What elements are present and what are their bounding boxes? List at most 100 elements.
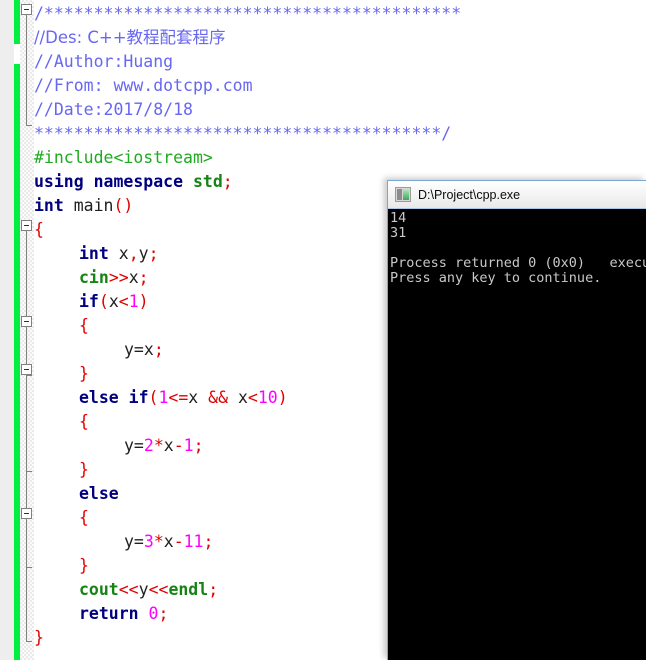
token-operator: }: [34, 628, 44, 647]
fold-collapse-box[interactable]: [21, 4, 32, 15]
code-line[interactable]: y=3*x-11;: [124, 530, 213, 554]
console-window[interactable]: D:\Project\cpp.exe 1431 Process returned…: [387, 180, 646, 660]
token-operator: ;: [194, 436, 204, 455]
token-comment: //Author:Huang: [34, 52, 173, 71]
code-line[interactable]: cin>>x;: [79, 266, 149, 290]
token-operator: {: [79, 412, 89, 431]
token-operator: <<: [119, 580, 139, 599]
console-titlebar[interactable]: D:\Project\cpp.exe: [388, 181, 646, 209]
token-plain: y=x: [124, 340, 154, 359]
token-operator: ;: [223, 172, 233, 191]
code-line[interactable]: //Author:Huang: [34, 50, 173, 74]
console-output-area[interactable]: 1431 Process returned 0 (0x0) executionP…: [388, 209, 646, 660]
token-plain: x: [119, 244, 129, 263]
token-plain: y=: [124, 436, 144, 455]
token-operator: ): [139, 292, 149, 311]
code-line[interactable]: {: [79, 410, 89, 434]
token-number: 10: [258, 388, 278, 407]
token-operator: <: [248, 388, 258, 407]
token-operator: &&: [208, 388, 238, 407]
token-number: 1: [129, 292, 139, 311]
code-line[interactable]: {: [79, 314, 89, 338]
token-number: 3: [144, 532, 154, 551]
fold-collapse-box[interactable]: [21, 508, 32, 519]
console-title-text: D:\Project\cpp.exe: [418, 188, 520, 202]
token-operator: }: [79, 460, 89, 479]
console-output-line: Process returned 0 (0x0) execution: [390, 256, 646, 271]
console-window-icon: [395, 187, 411, 202]
token-stdlib: std: [193, 172, 223, 191]
token-operator: (): [114, 196, 134, 215]
token-number: 2: [144, 436, 154, 455]
code-line[interactable]: cout<<y<<endl;: [79, 578, 218, 602]
token-stdlib: cin: [79, 268, 109, 287]
token-comment: ****************************************…: [34, 124, 451, 143]
code-line[interactable]: if(x<1): [79, 290, 149, 314]
code-line[interactable]: //Des: C++教程配套程序: [34, 26, 226, 50]
code-line[interactable]: using namespace std;: [34, 170, 233, 194]
token-keyword: int: [79, 244, 119, 263]
token-comment: //From: www.dotcpp.com: [34, 76, 253, 95]
code-line[interactable]: ****************************************…: [34, 122, 451, 146]
token-operator: {: [34, 220, 44, 239]
fold-end-tick: [26, 471, 32, 472]
token-operator: ;: [208, 580, 218, 599]
code-line[interactable]: int x,y;: [79, 242, 159, 266]
token-plain: y: [139, 580, 149, 599]
token-operator: ,: [129, 244, 139, 263]
fold-connector: [26, 15, 27, 125]
code-line[interactable]: }: [79, 362, 89, 386]
code-line[interactable]: else if(1<=x && x<10): [79, 386, 288, 410]
code-line[interactable]: y=2*x-1;: [124, 434, 204, 458]
token-plain: main: [74, 196, 114, 215]
code-line[interactable]: {: [79, 506, 89, 530]
token-operator: (: [149, 388, 159, 407]
fold-connector: [26, 375, 27, 471]
fold-end-tick: [26, 641, 32, 642]
token-operator: *: [154, 532, 164, 551]
console-output-line: 14: [390, 211, 646, 226]
token-plain: x: [238, 388, 248, 407]
code-line[interactable]: y=x;: [124, 338, 164, 362]
token-keyword: if: [79, 292, 99, 311]
token-operator: >>: [109, 268, 129, 287]
fold-collapse-box[interactable]: [21, 364, 32, 375]
token-operator: <=: [168, 388, 188, 407]
code-line[interactable]: }: [79, 554, 89, 578]
token-operator: ;: [154, 340, 164, 359]
code-line[interactable]: //Date:2017/8/18: [34, 98, 193, 122]
code-line[interactable]: }: [79, 458, 89, 482]
token-keyword: int: [34, 196, 74, 215]
code-line[interactable]: /***************************************…: [34, 2, 461, 26]
token-operator: ): [278, 388, 288, 407]
fold-end-tick: [26, 125, 32, 126]
screenshot-root: /***************************************…: [0, 0, 646, 660]
token-operator: {: [79, 508, 89, 527]
token-number: 0: [149, 604, 159, 623]
code-line[interactable]: #include<iostream>: [34, 146, 213, 170]
token-stdlib: endl: [168, 580, 208, 599]
fold-collapse-box[interactable]: [21, 220, 32, 231]
code-line[interactable]: return 0;: [79, 602, 168, 626]
code-line[interactable]: }: [34, 626, 44, 650]
token-plain: x: [164, 436, 174, 455]
token-operator: ;: [149, 244, 159, 263]
token-operator: (: [99, 292, 109, 311]
code-line[interactable]: {: [34, 218, 44, 242]
token-operator: <<: [149, 580, 169, 599]
token-plain: y: [139, 244, 149, 263]
token-number: 11: [184, 532, 204, 551]
code-line[interactable]: else: [79, 482, 119, 506]
token-comment: //Date:2017/8/18: [34, 100, 193, 119]
token-operator: *: [154, 436, 164, 455]
fold-collapse-box[interactable]: [21, 316, 32, 327]
token-operator: <: [119, 292, 129, 311]
code-line[interactable]: //From: www.dotcpp.com: [34, 74, 253, 98]
fold-margin[interactable]: [20, 0, 34, 660]
token-preprocessor: #include<iostream>: [34, 148, 213, 167]
token-stdlib: cout: [79, 580, 119, 599]
token-operator: ;: [158, 604, 168, 623]
code-line[interactable]: int main(): [34, 194, 133, 218]
editor-gutter: [0, 0, 14, 660]
token-plain: x: [129, 268, 139, 287]
